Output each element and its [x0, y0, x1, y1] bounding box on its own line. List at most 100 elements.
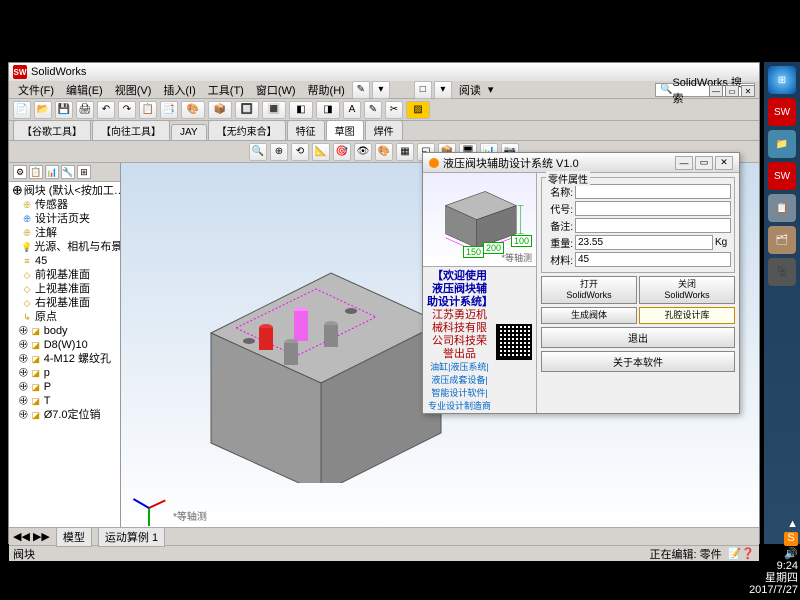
- read-dropdown[interactable]: 阅读: [454, 81, 486, 99]
- ribbon-tab[interactable]: JAY: [171, 124, 207, 140]
- tool-icon[interactable]: 🔲: [235, 101, 259, 119]
- ribbon-tab-sketch[interactable]: 草图: [326, 120, 364, 140]
- toolbar-icon[interactable]: ▾: [372, 81, 390, 99]
- save-icon[interactable]: 💾: [55, 101, 73, 119]
- open-icon[interactable]: 📂: [34, 101, 52, 119]
- close-icon[interactable]: ✕: [741, 85, 755, 97]
- tree-item[interactable]: ↳原点: [11, 310, 118, 324]
- taskbar-icon[interactable]: 🎥: [768, 258, 796, 286]
- windows-start-icon[interactable]: ⊞: [768, 66, 796, 94]
- taskbar-icon[interactable]: 📁: [768, 130, 796, 158]
- toolbar-icon[interactable]: ✎: [352, 81, 370, 99]
- taskbar-icon[interactable]: 📋: [768, 194, 796, 222]
- tree-root[interactable]: 🕀 阀块 (默认<按加工…: [11, 184, 118, 198]
- menu-insert[interactable]: 插入(I): [158, 81, 200, 99]
- view-icon[interactable]: 👁: [354, 143, 372, 161]
- tool-icon[interactable]: 🎨: [181, 101, 205, 119]
- tree-item[interactable]: ≡45: [11, 254, 118, 268]
- tree-item[interactable]: 🕀◪P: [11, 380, 118, 394]
- dialog-minimize-icon[interactable]: —: [675, 156, 693, 170]
- dialog-titlebar[interactable]: 液压阀块辅助设计系统 V1.0 — ▭ ✕: [423, 153, 739, 173]
- tree-tab-icon[interactable]: 📊: [45, 165, 59, 179]
- ribbon-tab[interactable]: 【向往工具】: [92, 120, 170, 140]
- ribbon-tab[interactable]: 焊件: [365, 120, 403, 140]
- exit-button[interactable]: 退出: [541, 327, 735, 348]
- os-sidebar: ⊞ SW 📁 SW 📋 🗂 🎥: [764, 62, 800, 544]
- menu-edit[interactable]: 编辑(E): [61, 81, 108, 99]
- sw-taskbar-icon[interactable]: SW: [768, 98, 796, 126]
- taskbar-icon[interactable]: 🗂: [768, 226, 796, 254]
- tree-item[interactable]: ◇上视基准面: [11, 282, 118, 296]
- tree-item[interactable]: 🕀设计活页夹: [11, 212, 118, 226]
- feature-tree[interactable]: 🕀 阀块 (默认<按加工… 🕀传感器 🕀设计活页夹 🕀注解 💡光源、相机与布景 …: [9, 182, 120, 424]
- input-name[interactable]: [575, 184, 731, 199]
- input-note[interactable]: [575, 218, 731, 233]
- tool-icon[interactable]: ◧: [289, 101, 313, 119]
- sw-taskbar-icon[interactable]: SW: [768, 162, 796, 190]
- menu-view[interactable]: 视图(V): [110, 81, 157, 99]
- tool-icon[interactable]: 🔳: [262, 101, 286, 119]
- tree-item[interactable]: 🕀传感器: [11, 198, 118, 212]
- input-code[interactable]: [575, 201, 731, 216]
- tool-icon[interactable]: 📑: [160, 101, 178, 119]
- open-solidworks-button[interactable]: 打开 SolidWorks: [541, 276, 637, 304]
- minimize-icon[interactable]: —: [709, 85, 723, 97]
- maximize-icon[interactable]: ▭: [725, 85, 739, 97]
- system-tray[interactable]: ▲ S 🔊 9:24 星期四 2017/7/27: [749, 518, 798, 596]
- view-icon[interactable]: ⟲: [291, 143, 309, 161]
- tree-item[interactable]: 🕀◪4-M12 螺纹孔: [11, 352, 118, 366]
- view-icon[interactable]: ⊕: [270, 143, 288, 161]
- toolbar-icon[interactable]: □: [414, 81, 432, 99]
- input-material[interactable]: [575, 252, 731, 267]
- tree-item[interactable]: 🕀◪body: [11, 324, 118, 338]
- tool-icon[interactable]: 📋: [139, 101, 157, 119]
- view-icon[interactable]: 🔍: [249, 143, 267, 161]
- menu-tools[interactable]: 工具(T): [203, 81, 249, 99]
- view-icon[interactable]: ▦: [396, 143, 414, 161]
- tree-tab-icon[interactable]: ⊞: [77, 165, 91, 179]
- about-button[interactable]: 关于本软件: [541, 351, 735, 372]
- tree-tab-icon[interactable]: 🔧: [61, 165, 75, 179]
- tree-item[interactable]: 🕀◪D8(W)10: [11, 338, 118, 352]
- view-icon[interactable]: 🎨: [375, 143, 393, 161]
- input-weight[interactable]: [575, 235, 713, 250]
- menu-help[interactable]: 帮助(H): [303, 81, 350, 99]
- ribbon-tab[interactable]: 【无约束合】: [208, 120, 286, 140]
- tool-icon[interactable]: A: [343, 101, 361, 119]
- ribbon-tab[interactable]: 特征: [287, 120, 325, 140]
- generate-valve-button[interactable]: 生成阀体: [541, 307, 637, 324]
- bottom-tab-motion[interactable]: 运动算例 1: [98, 527, 165, 547]
- toolbar-icon[interactable]: ▾: [434, 81, 452, 99]
- dialog-preview[interactable]: 100 200 150 *等轴测: [423, 173, 536, 267]
- tool-icon[interactable]: ✎: [364, 101, 382, 119]
- tree-item[interactable]: 🕀◪p: [11, 366, 118, 380]
- tab-arrows[interactable]: ◀◀ ▶▶: [13, 530, 50, 543]
- tool-icon[interactable]: ◨: [316, 101, 340, 119]
- tool-icon[interactable]: ✂: [385, 101, 403, 119]
- dialog-maximize-icon[interactable]: ▭: [695, 156, 713, 170]
- tool-icon[interactable]: 📦: [208, 101, 232, 119]
- highlight-tool-icon[interactable]: ▨: [406, 101, 430, 119]
- tree-item[interactable]: 🕀◪T: [11, 394, 118, 408]
- dialog-close-icon[interactable]: ✕: [715, 156, 733, 170]
- tool-icon[interactable]: ↷: [118, 101, 136, 119]
- tree-item[interactable]: 🕀注解: [11, 226, 118, 240]
- tool-icon[interactable]: ↶: [97, 101, 115, 119]
- view-icon[interactable]: 📐: [312, 143, 330, 161]
- print-icon[interactable]: 🖨: [76, 101, 94, 119]
- cavity-library-button[interactable]: 孔腔设计库: [639, 307, 735, 324]
- tree-item[interactable]: 💡光源、相机与布景: [11, 240, 118, 254]
- status-icon[interactable]: 📝: [728, 547, 742, 560]
- ribbon-tab[interactable]: 【谷歌工具】: [13, 120, 91, 140]
- tree-item[interactable]: 🕀◪Ø7.0定位销: [11, 408, 118, 422]
- close-solidworks-button[interactable]: 关闭 SolidWorks: [639, 276, 735, 304]
- menu-file[interactable]: 文件(F): [13, 81, 59, 99]
- tree-tab-icon[interactable]: 📋: [29, 165, 43, 179]
- new-icon[interactable]: 📄: [13, 101, 31, 119]
- tree-tab-icon[interactable]: ⚙: [13, 165, 27, 179]
- menu-window[interactable]: 窗口(W): [251, 81, 301, 99]
- bottom-tab-model[interactable]: 模型: [56, 527, 92, 547]
- tree-item[interactable]: ◇前视基准面: [11, 268, 118, 282]
- view-icon[interactable]: 🎯: [333, 143, 351, 161]
- tree-item[interactable]: ◇右视基准面: [11, 296, 118, 310]
